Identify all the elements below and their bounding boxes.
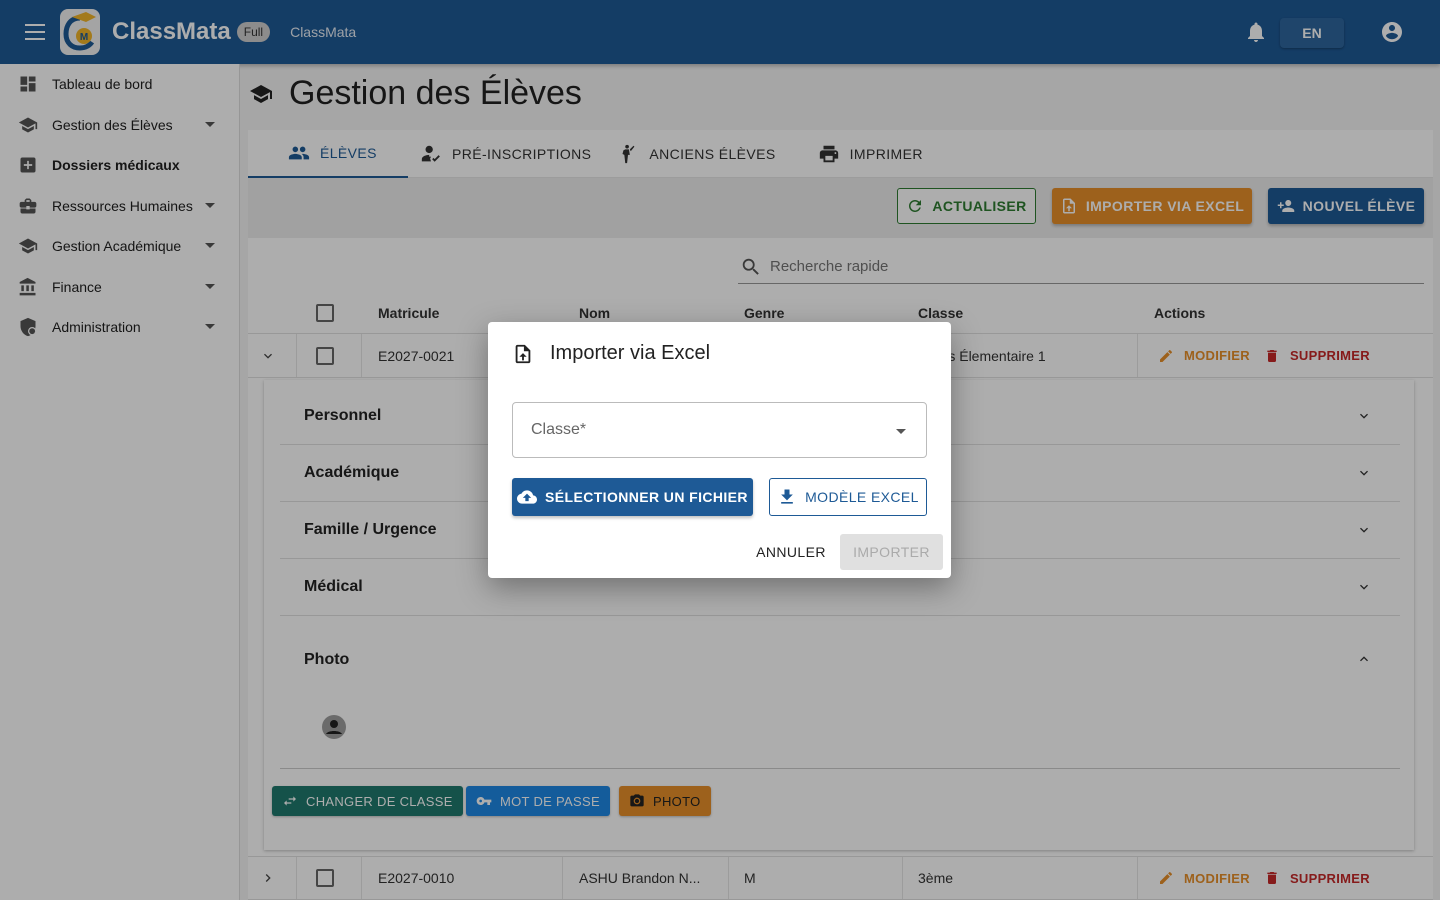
select-file-button[interactable]: SÉLECTIONNER UN FICHIER <box>512 478 753 516</box>
class-select[interactable]: Classe* <box>512 402 927 458</box>
dropdown-arrow-icon <box>896 429 906 434</box>
cancel-button[interactable]: ANNULER <box>746 534 836 570</box>
cloud-upload-icon <box>517 487 538 507</box>
class-select-placeholder: Classe* <box>531 421 587 438</box>
excel-template-button[interactable]: MODÈLE EXCEL <box>769 478 927 516</box>
file-upload-icon <box>512 343 534 365</box>
import-excel-dialog: Importer via Excel Classe* SÉLECTIONNER … <box>488 322 951 578</box>
import-button[interactable]: IMPORTER <box>840 534 943 570</box>
excel-template-label: MODÈLE EXCEL <box>805 489 919 505</box>
download-icon <box>777 487 797 507</box>
dialog-title: Importer via Excel <box>550 342 711 364</box>
select-file-label: SÉLECTIONNER UN FICHIER <box>545 489 748 505</box>
dialog-header: Importer via Excel <box>512 342 710 365</box>
